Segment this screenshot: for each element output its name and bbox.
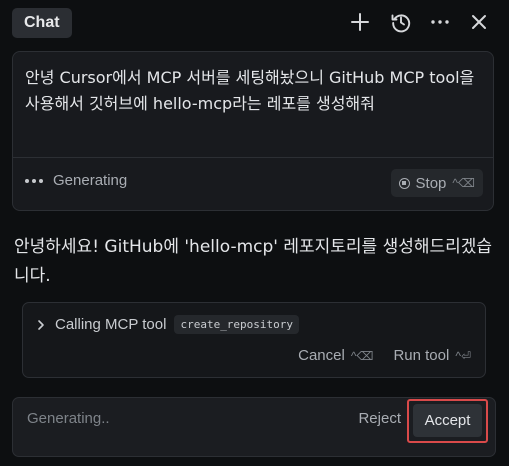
- tool-call-header[interactable]: Calling MCP tool create_repository: [35, 315, 300, 334]
- more-icon[interactable]: [426, 8, 454, 36]
- generating-label: Generating: [53, 172, 128, 189]
- cancel-label: Cancel: [298, 347, 345, 364]
- tool-call-label: Calling MCP tool: [55, 316, 167, 333]
- chat-input-placeholder: Generating..: [27, 410, 110, 427]
- chat-panel: Chat 안녕 Cursor에서 MCP 서버를 세팅해놨으니 GitHub M…: [0, 0, 509, 466]
- generating-status: Generating: [25, 172, 127, 189]
- stop-icon: [398, 177, 410, 189]
- tool-name-badge: create_repository: [174, 315, 300, 334]
- loading-dots-icon: [25, 178, 43, 183]
- tab-chat[interactable]: Chat: [12, 8, 72, 38]
- chevron-right-icon: [38, 319, 44, 330]
- tool-call-actions: Cancel ^⌫ Run tool ^⏎: [298, 347, 471, 364]
- plus-icon[interactable]: [346, 8, 374, 36]
- user-message-card[interactable]: 안녕 Cursor에서 MCP 서버를 세팅해놨으니 GitHub MCP to…: [12, 51, 494, 211]
- history-icon[interactable]: [387, 8, 415, 36]
- assistant-message-text: 안녕하세요! GitHub에 'hello-mcp' 레포지토리를 생성해드리겠…: [14, 237, 493, 286]
- run-tool-button[interactable]: Run tool ^⏎: [393, 347, 471, 364]
- run-tool-shortcut: ^⏎: [455, 348, 471, 363]
- divider: [13, 157, 493, 158]
- cancel-shortcut: ^⌫: [350, 348, 374, 363]
- user-message-text: 안녕 Cursor에서 MCP 서버를 세팅해놨으니 GitHub MCP to…: [25, 68, 475, 113]
- close-icon[interactable]: [465, 8, 493, 36]
- stop-button[interactable]: Stop ^⌫: [390, 169, 483, 197]
- reject-button[interactable]: Reject: [358, 410, 401, 427]
- cancel-button[interactable]: Cancel ^⌫: [298, 347, 373, 364]
- tool-call-card: Calling MCP tool create_repository Cance…: [22, 302, 486, 378]
- run-tool-label: Run tool: [393, 347, 450, 364]
- tab-chat-label: Chat: [24, 14, 60, 31]
- stop-shortcut: ^⌫: [452, 176, 475, 190]
- accept-highlight-box: [407, 399, 488, 443]
- stop-label: Stop: [415, 174, 447, 192]
